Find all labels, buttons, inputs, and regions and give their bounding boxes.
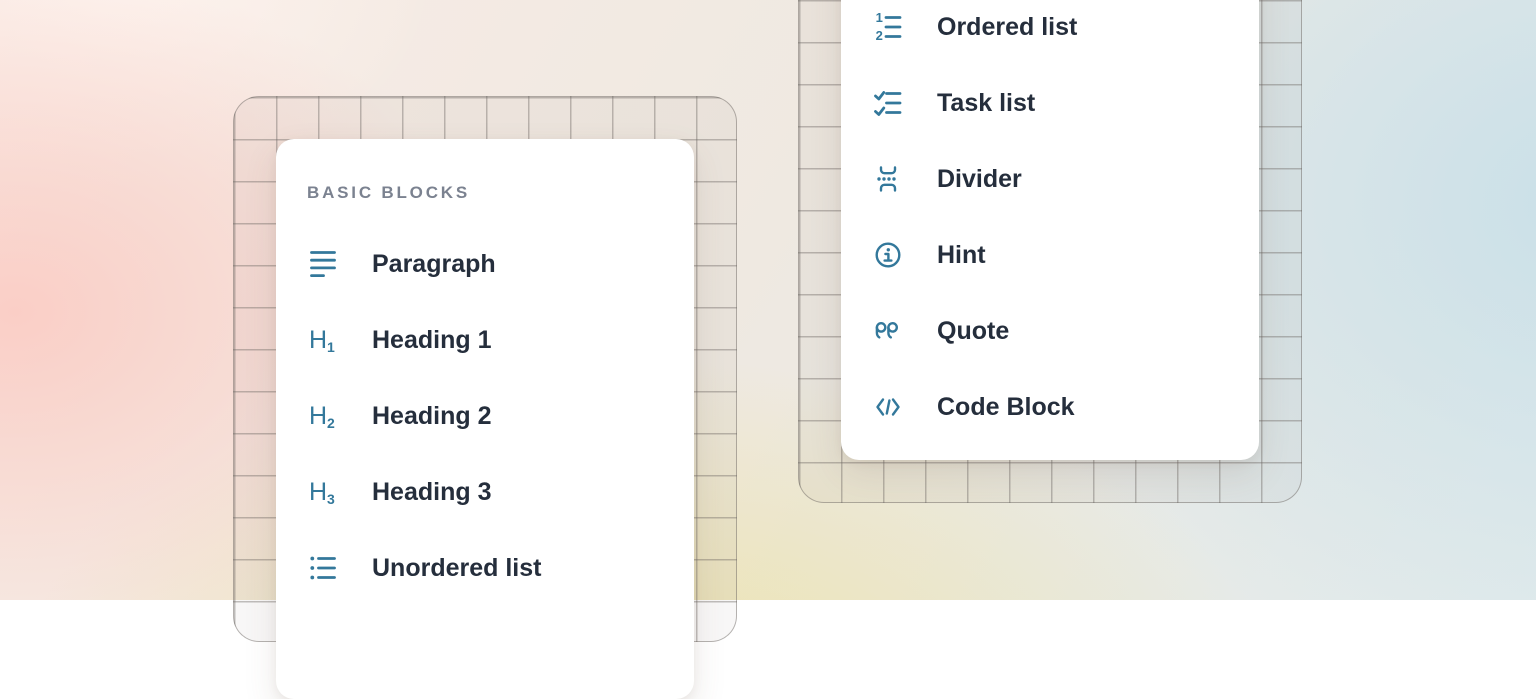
task-list-icon	[873, 88, 903, 118]
menu-item-label: Task list	[937, 89, 1035, 118]
svg-text:H: H	[309, 326, 327, 354]
menu-item-paragraph[interactable]: Paragraph	[276, 226, 694, 302]
quote-icon	[873, 316, 903, 346]
menu-item-unordered-list[interactable]: Unordered list	[276, 530, 694, 606]
menu-item-ordered-list[interactable]: 1 2 Ordered list	[841, 0, 1259, 65]
ordered-list-icon: 1 2	[873, 12, 903, 42]
menu-item-label: Unordered list	[372, 554, 541, 583]
paragraph-icon	[308, 249, 338, 279]
menu-item-label: Heading 3	[372, 478, 491, 507]
hero-background: { "colors": { "accent_teal": "#33789B", …	[0, 0, 1536, 600]
heading-3-icon: H 3	[308, 477, 338, 507]
menu-item-hint[interactable]: Hint	[841, 217, 1259, 293]
menu-item-label: Ordered list	[937, 13, 1077, 42]
menu-item-code-block[interactable]: Code Block	[841, 369, 1259, 445]
heading-2-icon: H 2	[308, 401, 338, 431]
menu-item-heading-3[interactable]: H 3 Heading 3	[276, 454, 694, 530]
menu-item-heading-2[interactable]: H 2 Heading 2	[276, 378, 694, 454]
menu-item-label: Heading 1	[372, 326, 491, 355]
block-menu-basic: BASIC BLOCKS Paragraph H 1 Heading 1 H 2…	[276, 139, 694, 699]
divider-icon	[873, 164, 903, 194]
menu-item-label: Code Block	[937, 393, 1075, 422]
menu-item-label: Heading 2	[372, 402, 491, 431]
svg-text:H: H	[309, 402, 327, 430]
menu-item-quote[interactable]: Quote	[841, 293, 1259, 369]
svg-text:3: 3	[327, 491, 335, 507]
gradient-background	[0, 0, 1536, 600]
menu-item-label: Divider	[937, 165, 1022, 194]
svg-text:1: 1	[876, 12, 883, 25]
menu-item-divider[interactable]: Divider	[841, 141, 1259, 217]
svg-text:2: 2	[327, 415, 335, 431]
hint-icon	[873, 240, 903, 270]
section-header-basic-blocks: BASIC BLOCKS	[307, 181, 470, 205]
svg-text:2: 2	[876, 28, 883, 42]
menu-item-label: Hint	[937, 241, 986, 270]
svg-text:1: 1	[327, 339, 335, 355]
heading-1-icon: H 1	[308, 325, 338, 355]
menu-item-label: Quote	[937, 317, 1009, 346]
menu-item-task-list[interactable]: Task list	[841, 65, 1259, 141]
unordered-list-icon	[308, 553, 338, 583]
menu-item-heading-1[interactable]: H 1 Heading 1	[276, 302, 694, 378]
menu-item-label: Paragraph	[372, 250, 496, 279]
code-block-icon	[873, 392, 903, 422]
block-menu-advanced: 1 2 Ordered list Task list	[841, 0, 1259, 460]
svg-text:H: H	[309, 478, 327, 506]
